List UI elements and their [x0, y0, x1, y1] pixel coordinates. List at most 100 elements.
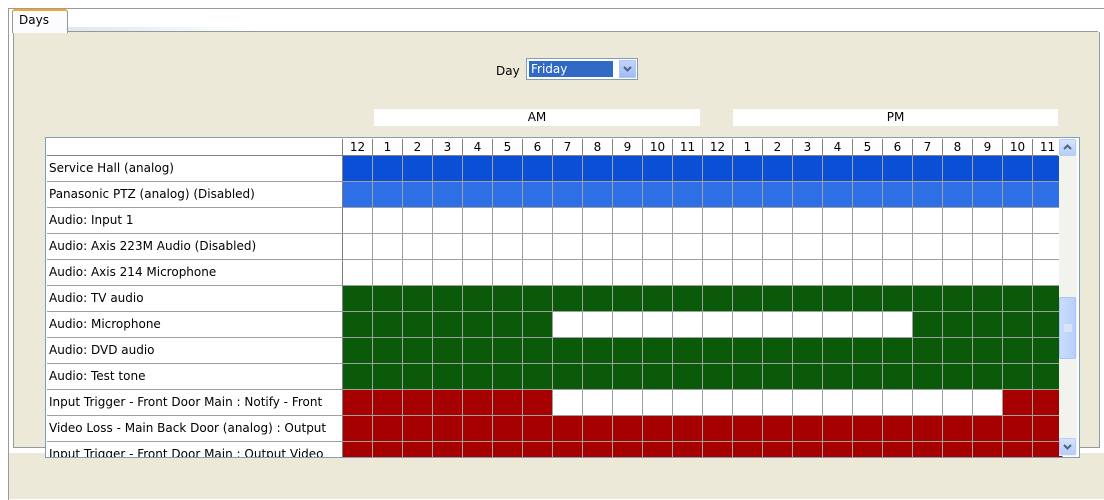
schedule-cell[interactable]	[703, 156, 733, 182]
schedule-cell[interactable]	[1003, 364, 1033, 390]
schedule-cell[interactable]	[643, 208, 673, 234]
day-select-arrow-button[interactable]	[619, 60, 636, 78]
hour-header-cell[interactable]: 5	[853, 139, 883, 155]
hour-header-cell[interactable]: 6	[883, 139, 913, 155]
schedule-cell[interactable]	[433, 338, 463, 364]
schedule-cell[interactable]	[553, 442, 583, 457]
tab-days[interactable]: Days	[12, 9, 68, 33]
schedule-cell[interactable]	[823, 312, 853, 338]
row-label[interactable]: Audio: Test tone	[47, 364, 343, 390]
schedule-cell[interactable]	[1003, 260, 1033, 286]
hour-header-cell[interactable]: 1	[373, 139, 403, 155]
schedule-cell[interactable]	[523, 442, 553, 457]
schedule-cell[interactable]	[823, 416, 853, 442]
schedule-cell[interactable]	[553, 208, 583, 234]
schedule-cell[interactable]	[703, 182, 733, 208]
schedule-cell[interactable]	[343, 208, 373, 234]
schedule-cell[interactable]	[823, 234, 853, 260]
hour-header-cell[interactable]: 7	[913, 139, 943, 155]
hour-header-cell[interactable]: 11	[673, 139, 703, 155]
schedule-cell[interactable]	[643, 390, 673, 416]
schedule-cell[interactable]	[463, 338, 493, 364]
row-label[interactable]: Input Trigger - Front Door Main : Output…	[47, 442, 343, 457]
schedule-cell[interactable]	[853, 312, 883, 338]
schedule-cell[interactable]	[523, 286, 553, 312]
schedule-cell[interactable]	[823, 156, 853, 182]
schedule-cell[interactable]	[913, 286, 943, 312]
schedule-cell[interactable]	[883, 416, 913, 442]
hour-header-cell[interactable]: 2	[763, 139, 793, 155]
schedule-cell[interactable]	[853, 416, 883, 442]
schedule-cell[interactable]	[883, 182, 913, 208]
schedule-cell[interactable]	[883, 234, 913, 260]
schedule-cell[interactable]	[403, 208, 433, 234]
schedule-cell[interactable]	[673, 182, 703, 208]
schedule-cell[interactable]	[643, 286, 673, 312]
schedule-cell[interactable]	[793, 260, 823, 286]
schedule-cell[interactable]	[913, 390, 943, 416]
hour-header-cell[interactable]: 7	[553, 139, 583, 155]
schedule-cell[interactable]	[553, 234, 583, 260]
schedule-cell[interactable]	[763, 208, 793, 234]
schedule-cell[interactable]	[373, 156, 403, 182]
schedule-cell[interactable]	[373, 234, 403, 260]
schedule-cell[interactable]	[973, 208, 1003, 234]
schedule-cell[interactable]	[733, 442, 763, 457]
schedule-cell[interactable]	[493, 364, 523, 390]
schedule-cell[interactable]	[973, 312, 1003, 338]
schedule-cell[interactable]	[823, 442, 853, 457]
schedule-cell[interactable]	[583, 338, 613, 364]
hour-header-cell[interactable]: 3	[793, 139, 823, 155]
schedule-cell[interactable]	[673, 234, 703, 260]
schedule-cell[interactable]	[613, 338, 643, 364]
hour-header-cell[interactable]: 12	[703, 139, 733, 155]
schedule-cell[interactable]	[913, 416, 943, 442]
schedule-cell[interactable]	[613, 442, 643, 457]
schedule-cell[interactable]	[403, 260, 433, 286]
schedule-cell[interactable]	[853, 234, 883, 260]
schedule-cell[interactable]	[553, 286, 583, 312]
schedule-cell[interactable]	[553, 182, 583, 208]
schedule-cell[interactable]	[673, 416, 703, 442]
schedule-cell[interactable]	[373, 286, 403, 312]
schedule-cell[interactable]	[583, 416, 613, 442]
vertical-scrollbar[interactable]	[1059, 139, 1077, 456]
hour-header-cell[interactable]: 9	[973, 139, 1003, 155]
schedule-cell[interactable]	[883, 364, 913, 390]
row-label[interactable]: Audio: TV audio	[47, 286, 343, 312]
schedule-cell[interactable]	[463, 234, 493, 260]
scroll-thumb[interactable]	[1059, 297, 1076, 359]
schedule-cell[interactable]	[943, 286, 973, 312]
schedule-cell[interactable]	[553, 390, 583, 416]
schedule-cell[interactable]	[493, 390, 523, 416]
hour-header-cell[interactable]: 10	[1003, 139, 1033, 155]
schedule-cell[interactable]	[883, 286, 913, 312]
schedule-cell[interactable]	[643, 234, 673, 260]
schedule-cell[interactable]	[763, 312, 793, 338]
schedule-cell[interactable]	[943, 338, 973, 364]
schedule-cell[interactable]	[883, 260, 913, 286]
schedule-cell[interactable]	[703, 312, 733, 338]
schedule-cell[interactable]	[523, 182, 553, 208]
schedule-cell[interactable]	[673, 312, 703, 338]
schedule-cell[interactable]	[643, 442, 673, 457]
hour-header-cell[interactable]: 2	[403, 139, 433, 155]
schedule-cell[interactable]	[553, 338, 583, 364]
schedule-cell[interactable]	[913, 338, 943, 364]
schedule-cell[interactable]	[943, 260, 973, 286]
schedule-cell[interactable]	[943, 234, 973, 260]
schedule-cell[interactable]	[733, 390, 763, 416]
schedule-cell[interactable]	[763, 234, 793, 260]
schedule-cell[interactable]	[823, 208, 853, 234]
schedule-cell[interactable]	[523, 208, 553, 234]
schedule-cell[interactable]	[553, 416, 583, 442]
schedule-cell[interactable]	[463, 260, 493, 286]
hour-header-cell[interactable]: 8	[583, 139, 613, 155]
schedule-cell[interactable]	[913, 312, 943, 338]
schedule-cell[interactable]	[343, 286, 373, 312]
schedule-cell[interactable]	[463, 312, 493, 338]
schedule-cell[interactable]	[673, 208, 703, 234]
schedule-cell[interactable]	[583, 390, 613, 416]
schedule-cell[interactable]	[733, 182, 763, 208]
schedule-cell[interactable]	[943, 390, 973, 416]
